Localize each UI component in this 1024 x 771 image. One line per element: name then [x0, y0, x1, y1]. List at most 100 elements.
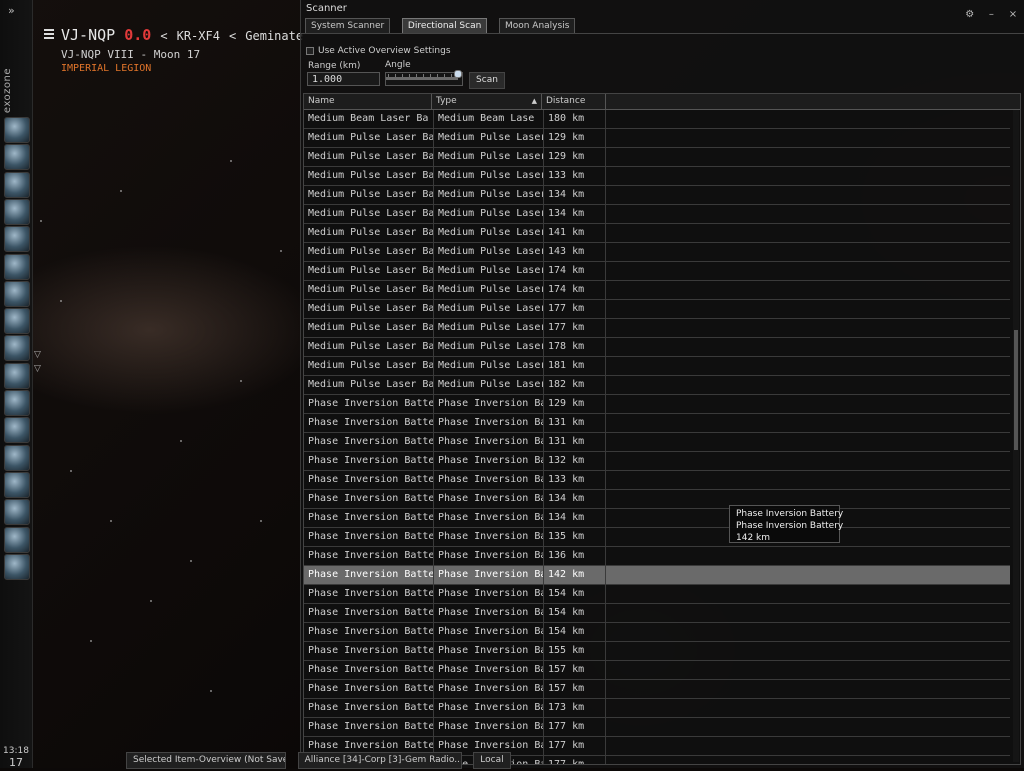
table-row[interactable]: Phase Inversion BatterPhase Inversion Ba… [304, 414, 1010, 433]
collapse-arrow-icon[interactable]: ▽ [34, 362, 44, 376]
table-row[interactable]: Phase Inversion BatterPhase Inversion Ba… [304, 528, 1010, 547]
cell-distance: 154 km [544, 585, 606, 603]
inventory-icon[interactable] [4, 362, 30, 389]
minimize-icon[interactable]: – [985, 9, 997, 20]
market-icon[interactable] [4, 198, 30, 225]
cell-type: Phase Inversion Ba [434, 642, 544, 660]
help-icon[interactable] [4, 499, 30, 526]
calculator-icon[interactable] [4, 526, 30, 553]
table-row[interactable]: Phase Inversion BatterPhase Inversion Ba… [304, 699, 1010, 718]
tab-moon-analysis[interactable]: Moon Analysis [498, 18, 576, 34]
constellation-name[interactable]: KR-XF4 [177, 29, 220, 43]
collapse-arrow-icon[interactable]: ▽ [34, 348, 44, 362]
table-row[interactable]: Phase Inversion BatterPhase Inversion Ba… [304, 680, 1010, 699]
tab-directional-scan[interactable]: Directional Scan [401, 18, 488, 34]
table-row[interactable]: Phase Inversion BatterPhase Inversion Ba… [304, 718, 1010, 737]
table-row[interactable]: Medium Pulse Laser Ba Medium Pulse Laser 1… [304, 338, 1010, 357]
cell-distance: 154 km [544, 604, 606, 622]
table-row[interactable]: Phase Inversion BatterPhase Inversion Ba… [304, 661, 1010, 680]
table-row[interactable]: Phase Inversion BatterPhase Inversion Ba… [304, 395, 1010, 414]
nearest-celestial[interactable]: VJ-NQP VIII - Moon 17 [61, 48, 200, 61]
table-row[interactable]: Medium Pulse Laser Ba Medium Pulse Laser 1… [304, 167, 1010, 186]
people-places-icon[interactable] [4, 144, 30, 171]
clock-day: 17 [9, 756, 23, 769]
table-row[interactable]: Medium Pulse Laser Ba Medium Pulse Laser 1… [304, 376, 1010, 395]
table-row[interactable]: Medium Pulse Laser Ba Medium Pulse Laser 1… [304, 186, 1010, 205]
table-row[interactable]: Medium Pulse Laser Ba Medium Pulse Laser 1… [304, 281, 1010, 300]
sovereignty-holder[interactable]: IMPERIAL LEGION [61, 63, 151, 74]
angle-slider-handle[interactable] [454, 70, 463, 78]
industry-icon[interactable] [4, 390, 30, 416]
location-menu-icon[interactable] [44, 29, 54, 41]
table-row[interactable]: Medium Pulse Laser Ba Medium Pulse Laser 1… [304, 319, 1010, 338]
fleet-icon[interactable] [4, 335, 30, 362]
chat-tab-local[interactable]: Local [473, 752, 511, 769]
table-row[interactable]: Medium Beam Laser Ba Medium Beam Lase 180 … [304, 110, 1010, 129]
cell-distance: 129 km [544, 395, 606, 413]
column-header-type[interactable]: Type ▲ [432, 94, 542, 109]
column-header-distance[interactable]: Distance [542, 94, 606, 109]
character-sheet-icon[interactable] [4, 117, 30, 143]
table-row[interactable]: Medium Pulse Laser Ba Medium Pulse Laser 1… [304, 300, 1010, 319]
use-overview-option[interactable]: Use Active Overview Settings [306, 46, 451, 56]
chat-tab-alliance[interactable]: Alliance [34]-Corp [3]-Gem Radio... [297, 752, 462, 769]
use-overview-checkbox[interactable] [306, 46, 314, 55]
cell-distance: 131 km [544, 433, 606, 451]
table-row[interactable]: Phase Inversion BatterPhase Inversion Ba… [304, 433, 1010, 452]
cell-name: Medium Pulse Laser Ba [304, 281, 434, 299]
table-row[interactable]: Phase Inversion BatterPhase Inversion Ba… [304, 623, 1010, 642]
table-row[interactable]: Medium Pulse Laser Ba Medium Pulse Laser 1… [304, 205, 1010, 224]
table-row[interactable]: Medium Pulse Laser Ba Medium Pulse Laser 1… [304, 243, 1010, 262]
column-header-name[interactable]: Name [304, 94, 432, 109]
angle-label: Angle [385, 60, 411, 70]
cell-type: Phase Inversion Ba [434, 509, 544, 527]
table-scrollbar[interactable] [1013, 110, 1019, 762]
chevron-left-icon: < [229, 29, 237, 43]
table-row[interactable]: Medium Pulse Laser Ba Medium Pulse Laser 1… [304, 224, 1010, 243]
cell-distance: 134 km [544, 186, 606, 204]
mail-icon[interactable] [4, 171, 30, 198]
wallet-icon[interactable] [4, 417, 30, 444]
table-row[interactable]: Medium Pulse Laser Ba Medium Pulse Laser 1… [304, 357, 1010, 376]
avatar-icon[interactable] [4, 553, 30, 580]
cell-type: Phase Inversion Ba [434, 490, 544, 508]
system-name[interactable]: VJ-NQP [61, 26, 115, 44]
cell-distance: 173 km [544, 699, 606, 717]
table-row[interactable]: Phase Inversion BatterPhase Inversion Ba… [304, 642, 1010, 661]
encyclopedia-icon[interactable] [4, 471, 30, 498]
tab-system-scanner[interactable]: System Scanner [305, 18, 391, 34]
assets-icon[interactable] [4, 226, 30, 253]
corporation-icon[interactable] [4, 444, 30, 471]
table-row[interactable]: Phase Inversion BatterPhase Inversion Ba… [304, 509, 1010, 528]
cell-distance: 157 km [544, 680, 606, 698]
close-icon[interactable]: × [1007, 9, 1019, 20]
cell-type: Medium Pulse Laser [434, 262, 544, 280]
range-input[interactable]: 1.000 [307, 72, 380, 86]
table-row[interactable]: Medium Pulse Laser Ba Medium Pulse Laser 1… [304, 129, 1010, 148]
table-row[interactable]: Phase Inversion BatterPhase Inversion Ba… [304, 566, 1010, 585]
map-icon[interactable] [4, 308, 30, 335]
scrollbar-thumb[interactable] [1014, 330, 1018, 450]
angle-slider[interactable] [385, 70, 463, 86]
table-row[interactable]: Medium Pulse Laser Ba Medium Pulse Laser 1… [304, 148, 1010, 167]
table-row[interactable]: Phase Inversion BatterPhase Inversion Ba… [304, 471, 1010, 490]
chat-tab-overview[interactable]: Selected Item-Overview (Not Save... [126, 752, 286, 769]
cell-distance: 177 km [544, 737, 606, 755]
table-row[interactable]: Phase Inversion BatterPhase Inversion Ba… [304, 452, 1010, 471]
eve-clock[interactable]: 13:18 17 [2, 746, 30, 768]
table-row[interactable]: Medium Pulse Laser Ba Medium Pulse Laser 1… [304, 262, 1010, 281]
table-row[interactable]: Phase Inversion BatterPhase Inversion Ba… [304, 547, 1010, 566]
cell-name: Phase Inversion Batter [304, 509, 434, 527]
table-row[interactable]: Phase Inversion BatterPhase Inversion Ba… [304, 490, 1010, 509]
scan-button[interactable]: Scan [469, 72, 505, 89]
table-row[interactable]: Phase Inversion BatterPhase Inversion Ba… [304, 604, 1010, 623]
settings-icon[interactable]: ⚙ [964, 9, 976, 20]
sort-ascending-icon: ▲ [531, 97, 537, 105]
star [240, 380, 242, 382]
science-icon[interactable] [4, 253, 30, 280]
neocom-expand-toggle[interactable]: » [8, 4, 15, 17]
region-name[interactable]: Geminate [245, 29, 303, 43]
journal-icon[interactable] [4, 280, 30, 307]
table-row[interactable]: Phase Inversion BatterPhase Inversion Ba… [304, 585, 1010, 604]
cell-distance: 133 km [544, 167, 606, 185]
